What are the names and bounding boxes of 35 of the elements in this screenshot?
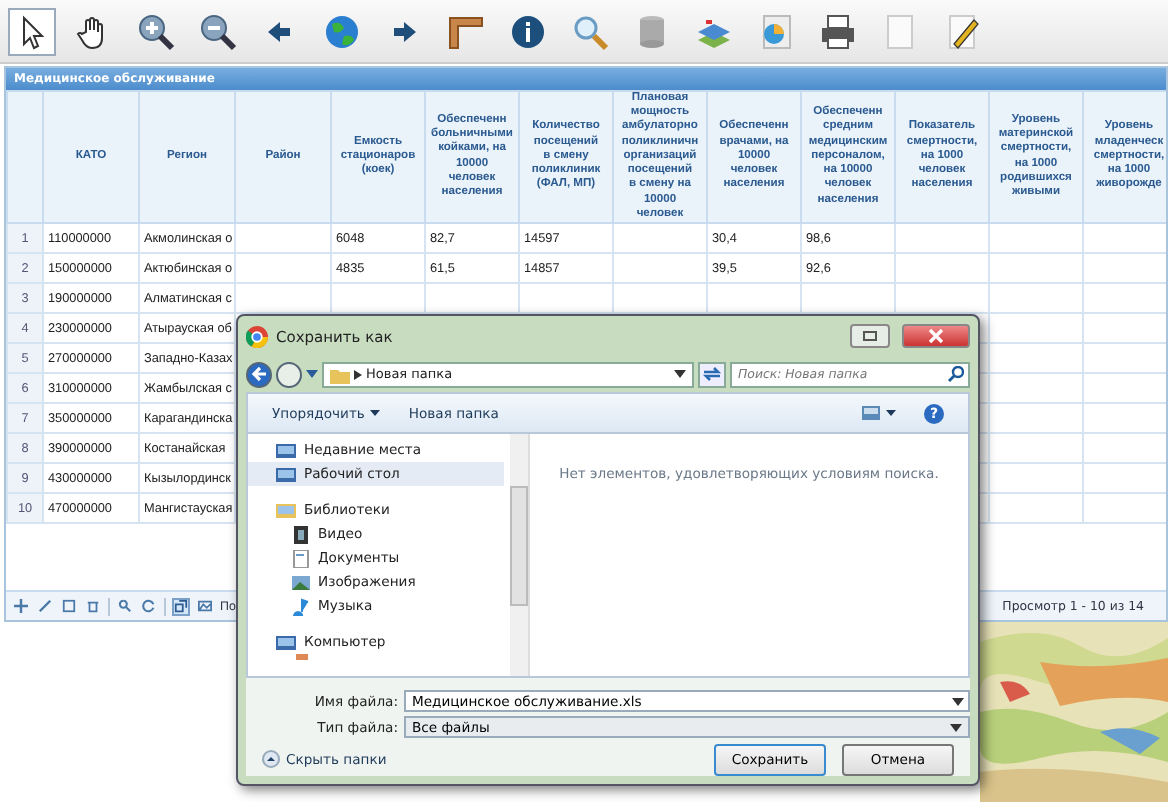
window-icon	[862, 330, 878, 342]
close-icon	[928, 328, 944, 344]
document-icon	[292, 549, 310, 567]
close-button[interactable]	[902, 324, 970, 348]
search-icon[interactable]	[948, 366, 964, 382]
desktop-icon	[276, 465, 296, 483]
chevron-icon	[354, 369, 362, 379]
film-icon	[292, 525, 310, 543]
image-icon	[292, 573, 310, 591]
refresh-icon[interactable]	[140, 597, 158, 615]
trash-icon[interactable]	[84, 597, 102, 615]
dropdown-caret-icon[interactable]	[952, 697, 964, 705]
music-note-icon	[292, 597, 310, 615]
image-icon[interactable]	[196, 597, 214, 615]
copy-icon[interactable]	[60, 597, 78, 615]
forward-button[interactable]	[276, 361, 302, 387]
caret-icon	[886, 410, 896, 416]
scrollbar[interactable]	[510, 434, 528, 676]
dropdown-caret-icon[interactable]	[674, 370, 686, 378]
folder-icon	[330, 365, 350, 383]
app-icon	[246, 325, 268, 347]
search-icon[interactable]	[116, 597, 134, 615]
caret-icon	[370, 410, 381, 416]
view-menu[interactable]	[862, 406, 896, 420]
pencil-icon[interactable]	[36, 597, 54, 615]
back-button[interactable]	[246, 361, 272, 387]
minimize-button[interactable]	[850, 324, 890, 348]
refresh-button[interactable]	[698, 361, 726, 387]
pointer-icon[interactable]	[8, 7, 56, 55]
computer-icon	[276, 633, 296, 651]
folder-icon	[276, 501, 296, 519]
collapse-icon	[262, 750, 280, 768]
caret-icon	[950, 723, 962, 731]
export-icon[interactable]	[172, 597, 190, 615]
add-icon[interactable]	[12, 597, 30, 615]
